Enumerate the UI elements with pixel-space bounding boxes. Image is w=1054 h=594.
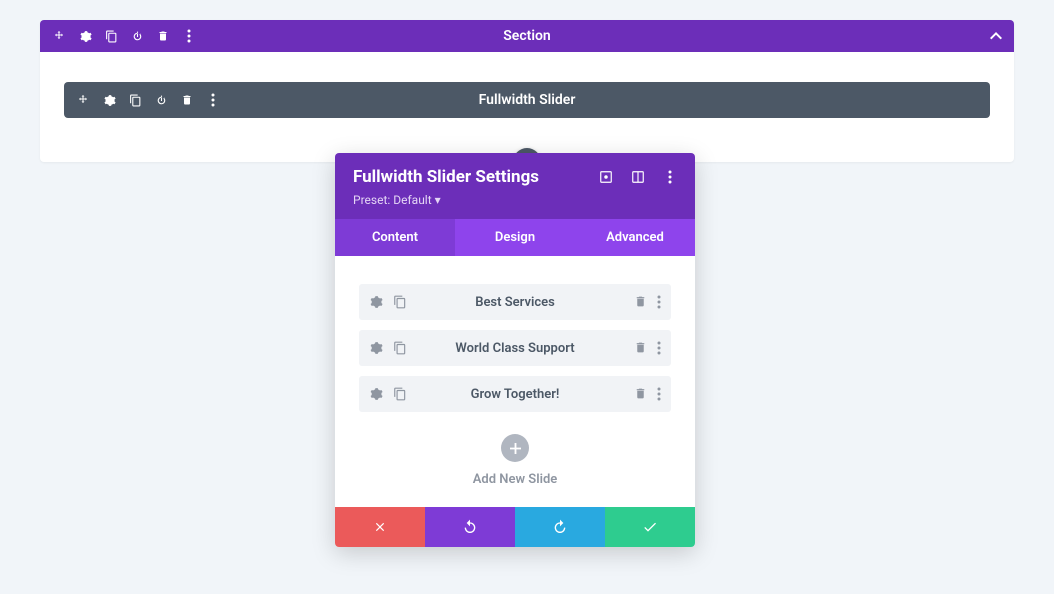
- more-icon[interactable]: [206, 93, 220, 107]
- preset-dropdown[interactable]: Preset: Default ▾: [353, 193, 677, 207]
- expand-icon[interactable]: [599, 170, 613, 184]
- collapse-icon[interactable]: [990, 32, 1002, 40]
- panel-body: Best Services World Class Support Grow: [335, 256, 695, 507]
- slide-item[interactable]: Grow Together!: [359, 376, 671, 412]
- more-icon[interactable]: [657, 295, 661, 309]
- power-icon[interactable]: [154, 93, 168, 107]
- move-icon[interactable]: [76, 93, 90, 107]
- cancel-button[interactable]: [335, 507, 425, 547]
- duplicate-icon[interactable]: [104, 29, 118, 43]
- settings-panel: Fullwidth Slider Settings Preset: Defaul…: [335, 153, 695, 547]
- undo-button[interactable]: [425, 507, 515, 547]
- tab-design[interactable]: Design: [455, 219, 575, 256]
- gear-icon[interactable]: [369, 341, 383, 355]
- panel-header: Fullwidth Slider Settings Preset: Defaul…: [335, 153, 695, 219]
- power-icon[interactable]: [130, 29, 144, 43]
- add-slide-area: Add New Slide: [359, 434, 671, 487]
- layout-icon[interactable]: [631, 170, 645, 184]
- section-container: Section: [40, 20, 1014, 162]
- tab-content[interactable]: Content: [335, 219, 455, 256]
- save-button[interactable]: [605, 507, 695, 547]
- tab-advanced[interactable]: Advanced: [575, 219, 695, 256]
- panel-tabs: Content Design Advanced: [335, 219, 695, 256]
- more-icon[interactable]: [657, 341, 661, 355]
- gear-icon[interactable]: [78, 29, 92, 43]
- more-icon[interactable]: [182, 29, 196, 43]
- section-header: Section: [40, 20, 1014, 52]
- duplicate-icon[interactable]: [393, 295, 407, 309]
- duplicate-icon[interactable]: [393, 387, 407, 401]
- section-header-icons: [52, 29, 196, 43]
- add-slide-label: Add New Slide: [359, 472, 671, 487]
- trash-icon[interactable]: [180, 93, 194, 107]
- gear-icon[interactable]: [369, 295, 383, 309]
- redo-button[interactable]: [515, 507, 605, 547]
- duplicate-icon[interactable]: [128, 93, 142, 107]
- module-header-icons: [76, 93, 220, 107]
- module-bar: Fullwidth Slider: [64, 82, 990, 118]
- panel-footer: [335, 507, 695, 547]
- move-icon[interactable]: [52, 29, 66, 43]
- trash-icon[interactable]: [634, 295, 647, 309]
- trash-icon[interactable]: [156, 29, 170, 43]
- gear-icon[interactable]: [369, 387, 383, 401]
- slide-item[interactable]: Best Services: [359, 284, 671, 320]
- trash-icon[interactable]: [634, 341, 647, 355]
- gear-icon[interactable]: [102, 93, 116, 107]
- panel-title: Fullwidth Slider Settings: [353, 167, 599, 187]
- more-icon[interactable]: [657, 387, 661, 401]
- slide-item[interactable]: World Class Support: [359, 330, 671, 366]
- section-body: Fullwidth Slider: [40, 52, 1014, 162]
- add-slide-button[interactable]: [501, 434, 529, 462]
- trash-icon[interactable]: [634, 387, 647, 401]
- duplicate-icon[interactable]: [393, 341, 407, 355]
- more-icon[interactable]: [663, 170, 677, 184]
